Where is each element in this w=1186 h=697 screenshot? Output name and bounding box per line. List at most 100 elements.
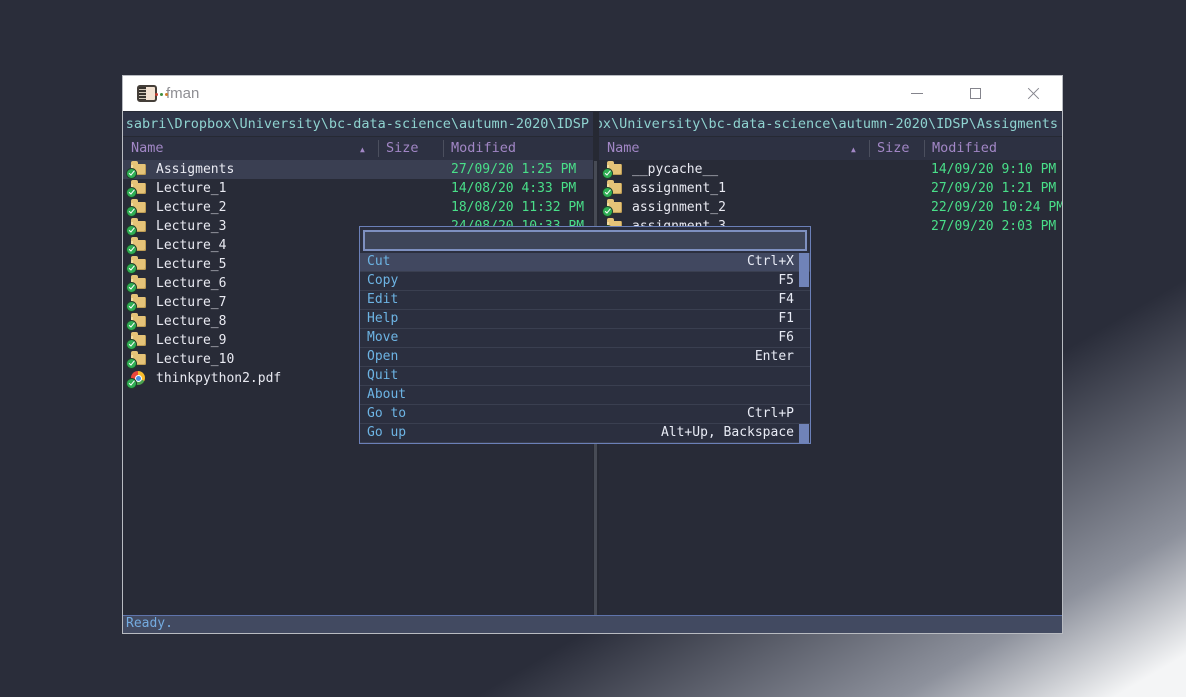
file-name: Lecture_8	[156, 312, 226, 331]
file-name: Lecture_10	[156, 350, 234, 369]
palette-item-shortcut: Ctrl+X	[747, 253, 794, 271]
sync-check-icon	[127, 264, 136, 273]
file-name: Lecture_3	[156, 217, 226, 236]
palette-item-label: Cut	[367, 253, 390, 271]
palette-scrollbar-thumb[interactable]	[799, 424, 809, 443]
folder-icon	[131, 183, 146, 194]
left-column-header: Name ▲ Size Modified	[123, 137, 593, 160]
file-name: Lecture_5	[156, 255, 226, 274]
palette-item[interactable]: Copy F5	[360, 272, 810, 291]
command-palette-input[interactable]	[363, 230, 807, 251]
column-name[interactable]: Name	[607, 137, 640, 160]
column-divider[interactable]	[924, 140, 925, 157]
file-name: assignment_1	[632, 179, 726, 198]
desktop: { "titlebar": { "title": "fman" }, "left…	[0, 0, 1186, 697]
sort-asc-icon: ▲	[360, 138, 365, 161]
right-path-bar[interactable]: ox\University\bc-data-science\autumn-202…	[599, 112, 1062, 137]
left-path-bar[interactable]: sabri\Dropbox\University\bc-data-science…	[123, 112, 593, 137]
palette-item-shortcut: Alt+Up, Backspace	[661, 424, 794, 442]
sync-check-icon	[603, 207, 612, 216]
column-modified[interactable]: Modified	[932, 137, 997, 160]
folder-icon	[131, 354, 146, 365]
palette-item[interactable]: Quit	[360, 367, 810, 386]
palette-item-shortcut: Ctrl+P	[747, 405, 794, 423]
sync-check-icon	[127, 226, 136, 235]
palette-item-label: Help	[367, 310, 398, 328]
palette-item-shortcut: F5	[778, 272, 794, 290]
folder-icon	[131, 240, 146, 251]
window-controls	[888, 76, 1062, 111]
file-row[interactable]: __pycache__ 14/09/20 9:10 PM	[599, 160, 1062, 179]
file-modified: 14/08/20 4:33 PM	[451, 179, 576, 198]
maximize-button[interactable]	[946, 76, 1004, 111]
file-modified: 27/09/20 2:03 PM	[931, 217, 1056, 236]
file-modified: 14/09/20 9:10 PM	[931, 160, 1056, 179]
column-divider[interactable]	[869, 140, 870, 157]
right-path-text: ox\University\bc-data-science\autumn-202…	[599, 112, 1062, 136]
folder-icon	[607, 164, 622, 175]
column-divider[interactable]	[443, 140, 444, 157]
column-modified[interactable]: Modified	[451, 137, 516, 160]
file-name: Assigments	[156, 160, 234, 179]
column-name[interactable]: Name	[131, 137, 164, 160]
palette-item[interactable]: Go upAlt+Up, Backspace	[360, 424, 810, 443]
command-palette-list: Cut Ctrl+X Copy F5EditF4HelpF1Move F6OpenEnt…	[360, 253, 810, 443]
file-name: __pycache__	[632, 160, 718, 179]
folder-icon	[131, 259, 146, 270]
minimize-icon	[911, 93, 923, 94]
sync-check-icon	[127, 340, 136, 349]
palette-scrollbar-thumb[interactable]	[799, 253, 809, 287]
sync-check-icon	[603, 169, 612, 178]
sync-check-icon	[127, 283, 136, 292]
palette-item-shortcut: F6	[778, 329, 794, 347]
palette-item-label: Copy	[367, 272, 398, 290]
sync-check-icon	[127, 379, 136, 388]
file-row[interactable]: assignment_1 27/09/20 1:21 PM	[599, 179, 1062, 198]
file-name: thinkpython2.pdf	[156, 369, 281, 388]
palette-item-shortcut: F4	[778, 291, 794, 309]
file-row[interactable]: Lecture_218/08/20 11:32 PM	[123, 198, 593, 217]
sync-check-icon	[127, 321, 136, 330]
palette-item-label: Go to	[367, 405, 406, 423]
file-row[interactable]: Lecture_1 14/08/20 4:33 PM	[123, 179, 593, 198]
file-name: Lecture_1	[156, 179, 226, 198]
palette-item[interactable]: Go to Ctrl+P	[360, 405, 810, 424]
close-button[interactable]	[1004, 76, 1062, 111]
palette-item[interactable]: About	[360, 386, 810, 405]
file-row[interactable]: Assigments 27/09/20 1:25 PM	[123, 160, 593, 179]
column-size[interactable]: Size	[877, 137, 910, 160]
folder-icon	[607, 202, 622, 213]
file-modified: 18/08/20 11:32 PM	[451, 198, 584, 217]
file-name: Lecture_9	[156, 331, 226, 350]
file-row[interactable]: assignment_222/09/20 10:24 PM	[599, 198, 1062, 217]
sync-check-icon	[127, 188, 136, 197]
palette-item-shortcut: Enter	[755, 348, 794, 366]
minimize-button[interactable]	[888, 76, 946, 111]
file-name: assignment_2	[632, 198, 726, 217]
folder-icon	[607, 183, 622, 194]
palette-item-label: Move	[367, 329, 398, 347]
palette-item[interactable]: HelpF1	[360, 310, 810, 329]
command-palette: Cut Ctrl+X Copy F5EditF4HelpF1Move F6OpenEnt…	[359, 226, 811, 444]
column-divider[interactable]	[378, 140, 379, 157]
sort-asc-icon: ▲	[851, 138, 856, 161]
sync-check-icon	[127, 207, 136, 216]
folder-icon	[131, 297, 146, 308]
maximize-icon	[970, 88, 981, 99]
palette-item[interactable]: Move F6	[360, 329, 810, 348]
file-modified: 27/09/20 1:21 PM	[931, 179, 1056, 198]
file-modified: 27/09/20 1:25 PM	[451, 160, 576, 179]
close-icon	[1027, 87, 1040, 100]
palette-item[interactable]: EditF4	[360, 291, 810, 310]
sync-check-icon	[127, 169, 136, 178]
palette-item[interactable]: OpenEnter	[360, 348, 810, 367]
sync-check-icon	[127, 245, 136, 254]
palette-item-label: Quit	[367, 367, 398, 385]
palette-item[interactable]: Cut Ctrl+X	[360, 253, 810, 272]
column-size[interactable]: Size	[386, 137, 419, 160]
folder-icon	[131, 335, 146, 346]
file-name: Lecture_4	[156, 236, 226, 255]
folder-icon	[131, 164, 146, 175]
folder-icon	[131, 221, 146, 232]
folder-icon	[131, 316, 146, 327]
